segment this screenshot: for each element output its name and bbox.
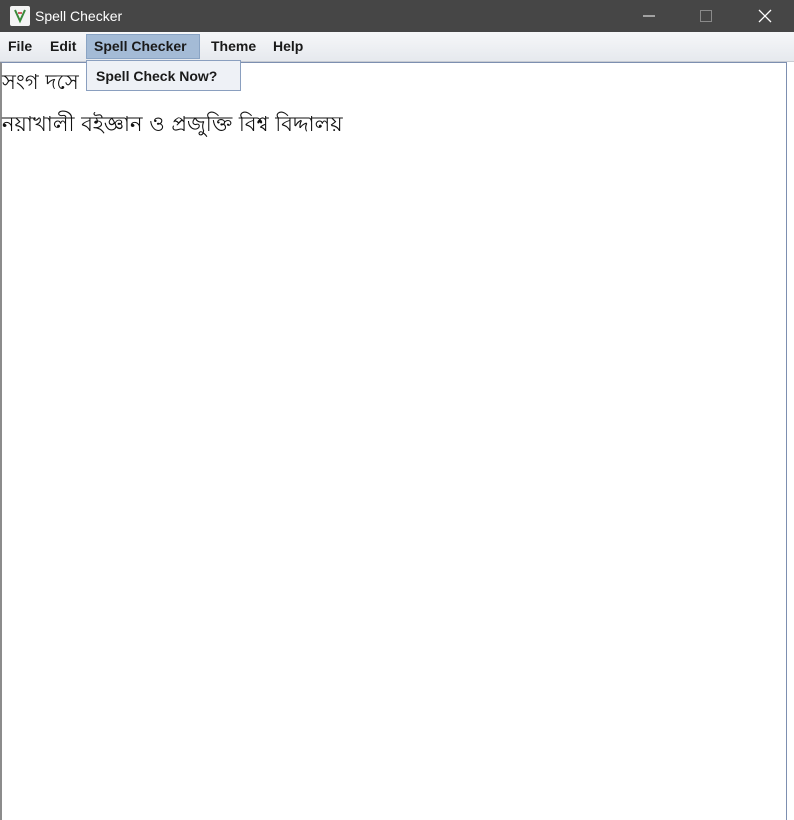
close-button[interactable]	[742, 0, 788, 32]
menu-bar: File Edit Spell Checker Theme Help	[0, 32, 794, 62]
editor-text-line: নয়াখালী বইজ্ঞান ও প্রজুক্তি বিশ্ব বিদ্দ…	[2, 112, 343, 136]
close-icon	[758, 9, 772, 23]
minimize-icon	[643, 15, 655, 17]
menu-theme[interactable]: Theme	[204, 35, 263, 57]
maximize-icon	[700, 10, 712, 22]
menu-item-spell-check-now[interactable]: Spell Check Now?	[96, 67, 217, 85]
spell-checker-dropdown-menu: Spell Check Now?	[86, 60, 241, 91]
menu-file[interactable]: File	[1, 35, 39, 57]
text-editor-area[interactable]: সংগ দসে নয়াখালী বইজ্ঞান ও প্রজুক্তি বিশ…	[0, 62, 787, 820]
maximize-button[interactable]	[683, 0, 729, 32]
spell-checker-app-icon	[10, 6, 30, 26]
menu-edit[interactable]: Edit	[43, 35, 83, 57]
menu-help[interactable]: Help	[266, 35, 310, 57]
editor-text-line: সংগ দসে	[2, 70, 79, 94]
minimize-button[interactable]	[626, 0, 672, 32]
window-title: Spell Checker	[35, 8, 123, 24]
menu-spell-checker[interactable]: Spell Checker	[86, 34, 200, 59]
spell-checker-window: Spell Checker File Edit Spell Checker Th…	[0, 0, 794, 820]
title-bar[interactable]: Spell Checker	[0, 0, 794, 32]
